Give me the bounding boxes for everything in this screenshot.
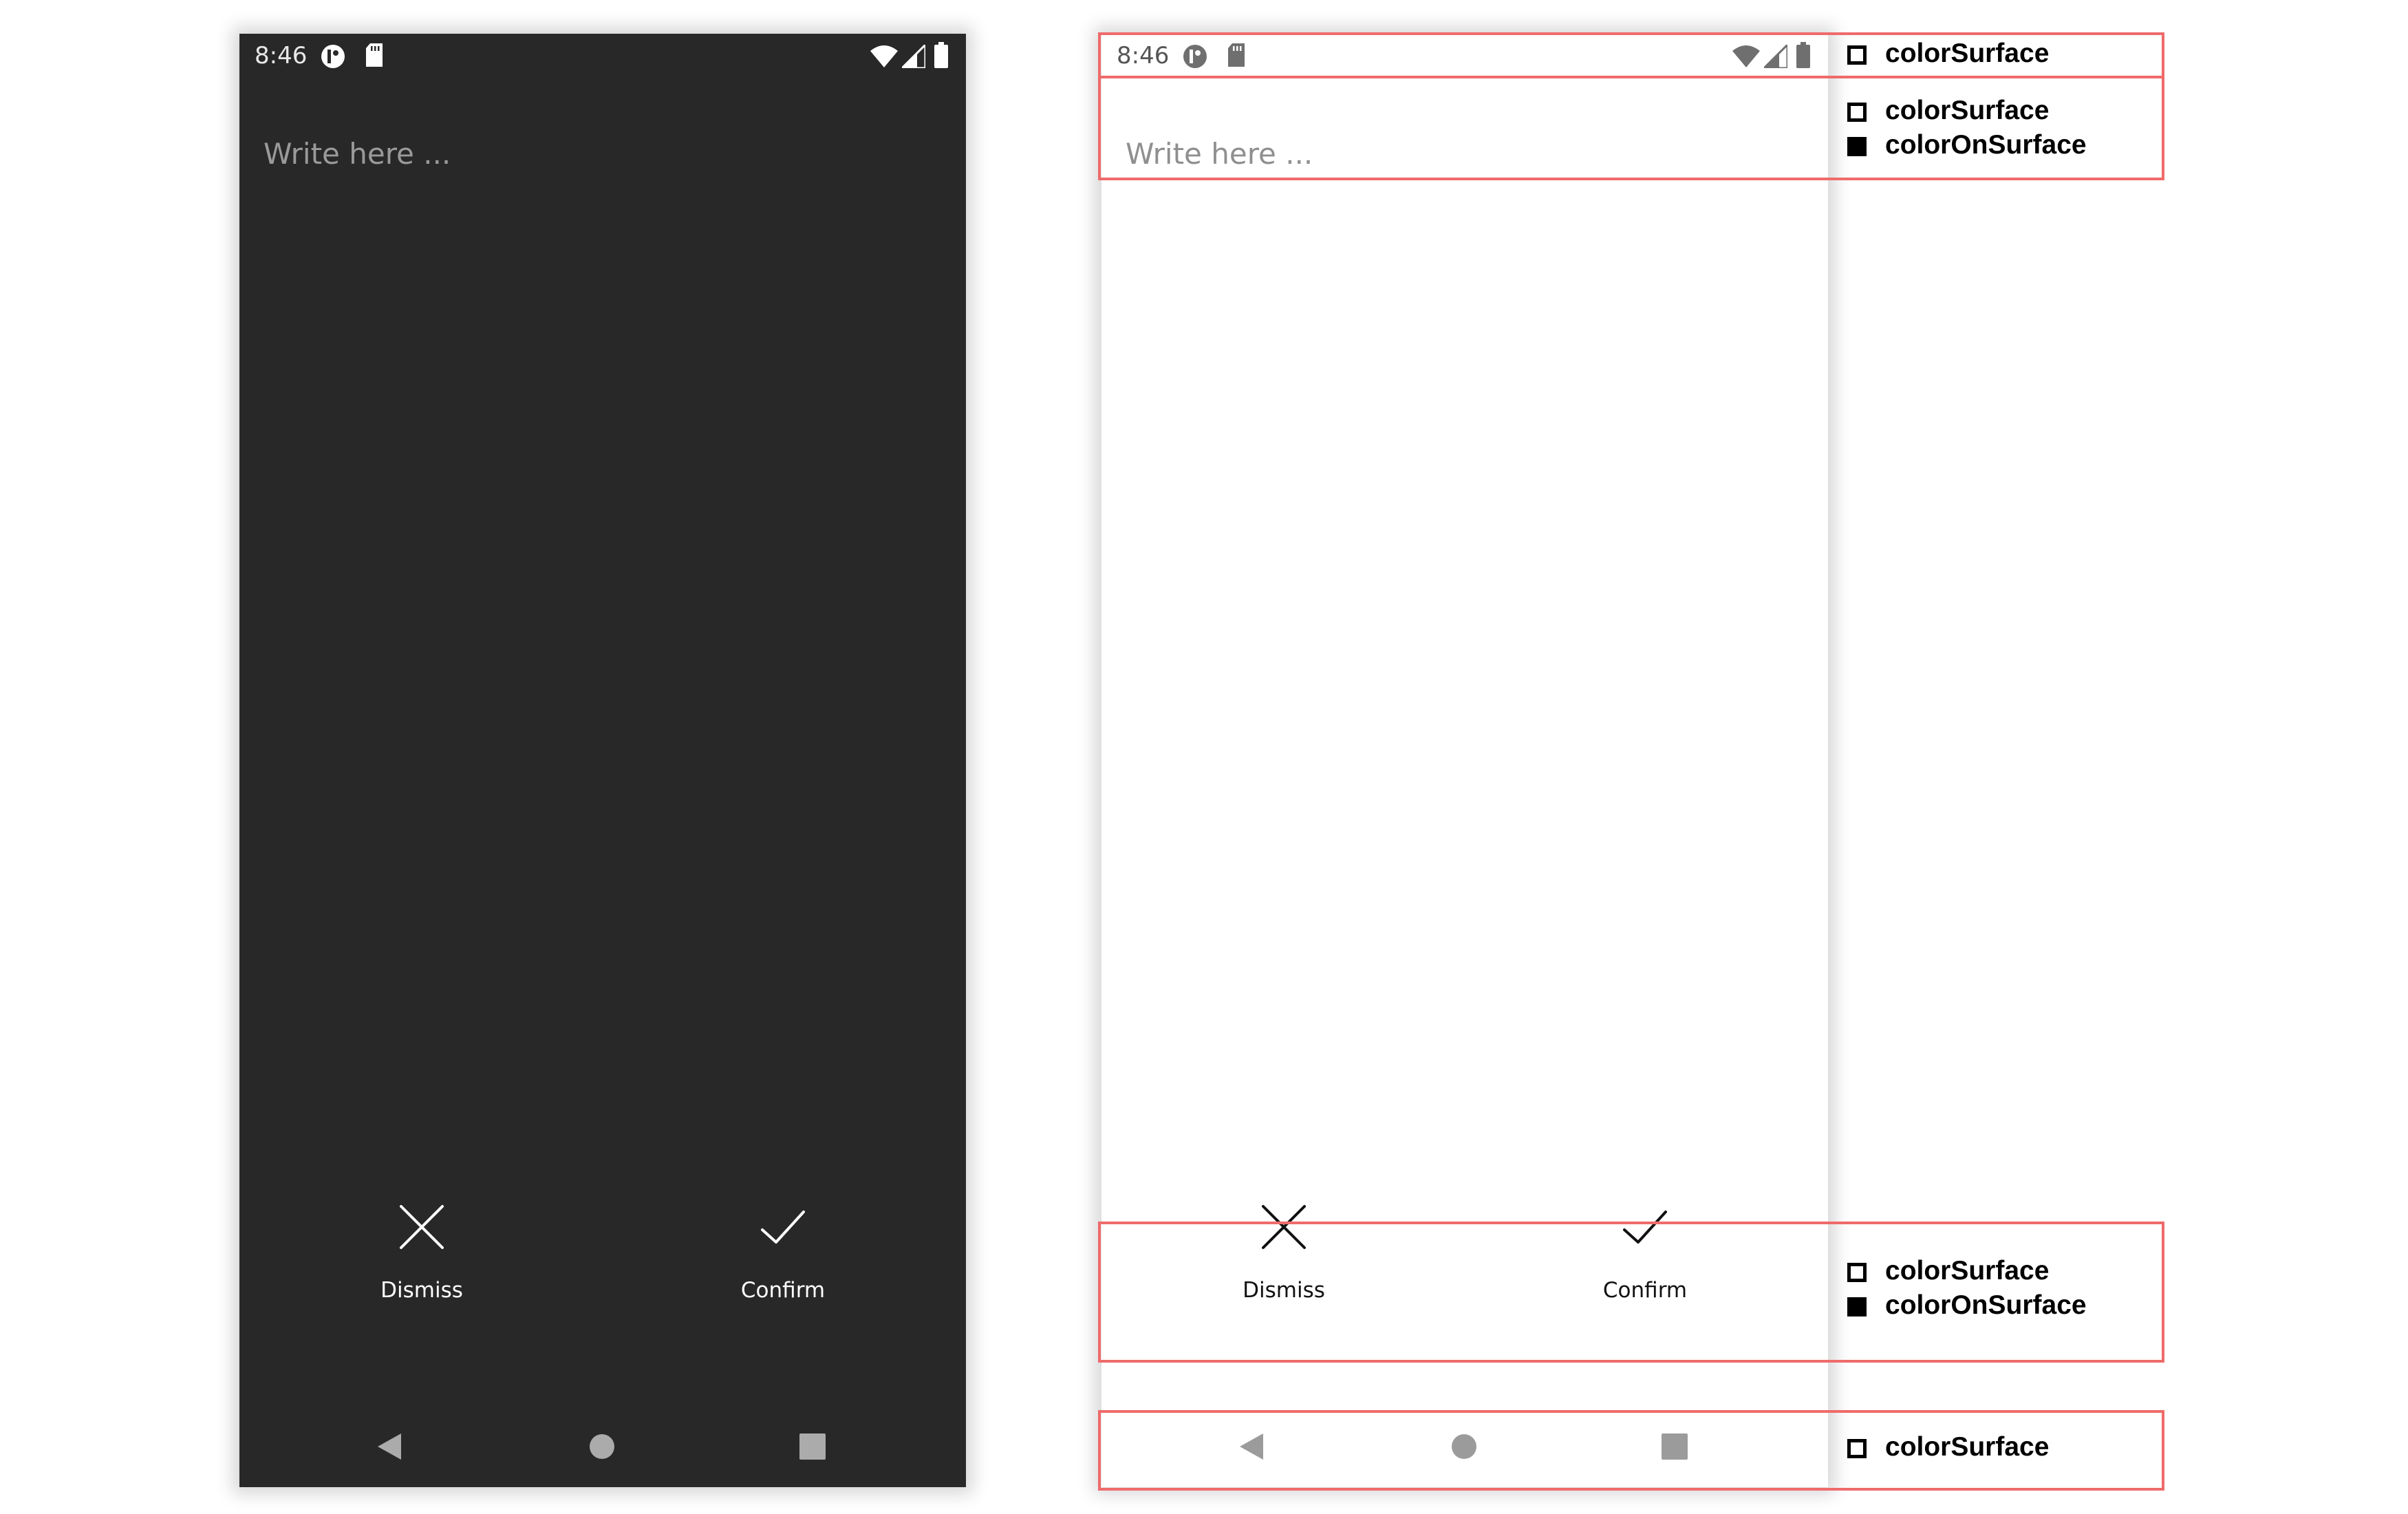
outline-swatch-icon: [1847, 1439, 1867, 1458]
note-text-input[interactable]: [264, 137, 883, 171]
note-text-input[interactable]: [1126, 137, 1745, 171]
phone-light-theme: 8:46 Write here ... Dismiss Confirm: [1101, 34, 1828, 1487]
wifi-icon: [870, 45, 898, 67]
filled-swatch-icon: [1847, 137, 1867, 156]
sd-card-icon: [1228, 43, 1245, 67]
home-icon: [590, 1434, 614, 1459]
status-bar: 8:46: [1101, 34, 1828, 77]
dismiss-label: Dismiss: [1243, 1278, 1325, 1303]
sd-card-icon: [366, 43, 383, 67]
dismiss-button[interactable]: Dismiss: [1194, 1204, 1373, 1383]
nav-back-button[interactable]: [374, 1429, 408, 1464]
nav-home-button[interactable]: [1447, 1429, 1481, 1464]
dismiss-label: Dismiss: [380, 1278, 463, 1303]
legend-label: colorSurface: [1885, 1432, 2050, 1462]
confirm-label: Confirm: [1602, 1278, 1688, 1303]
status-time: 8:46: [1117, 42, 1170, 70]
cell-signal-icon: [1764, 45, 1787, 68]
battery-icon: [1796, 42, 1810, 68]
canvas: 8:46 Write here ... Dismiss Confirm 8:46…: [0, 0, 2408, 1514]
status-bar: 8:46: [239, 34, 966, 77]
nav-home-button[interactable]: [585, 1429, 619, 1464]
back-icon: [378, 1433, 401, 1460]
cell-signal-icon: [902, 45, 925, 68]
nav-back-button[interactable]: [1236, 1429, 1270, 1464]
legend-label: colorSurface: [1885, 1256, 2050, 1286]
recents-icon: [1662, 1433, 1688, 1460]
back-icon: [1240, 1433, 1263, 1460]
outline-swatch-icon: [1847, 103, 1867, 122]
dismiss-button[interactable]: Dismiss: [332, 1204, 511, 1383]
filled-swatch-icon: [1847, 1297, 1867, 1316]
recents-icon: [799, 1433, 826, 1460]
confirm-label: Confirm: [740, 1278, 826, 1303]
outline-swatch-icon: [1847, 1263, 1867, 1282]
check-icon: [1623, 1211, 1667, 1244]
battery-icon: [934, 42, 948, 68]
legend-label: colorOnSurface: [1885, 1290, 2087, 1320]
confirm-button[interactable]: Confirm: [694, 1204, 872, 1383]
app-icon: [1183, 45, 1207, 68]
status-time: 8:46: [255, 42, 308, 70]
home-icon: [1452, 1434, 1476, 1459]
close-icon: [1262, 1205, 1306, 1249]
close-icon: [400, 1205, 444, 1249]
app-icon: [321, 45, 345, 68]
legend-label: colorSurface: [1885, 39, 2050, 68]
check-icon: [761, 1211, 805, 1244]
phone-dark-theme: 8:46 Write here ... Dismiss Confirm: [239, 34, 966, 1487]
confirm-button[interactable]: Confirm: [1556, 1204, 1734, 1383]
nav-recents-button[interactable]: [1657, 1429, 1692, 1464]
legend-label: colorSurface: [1885, 96, 2050, 125]
nav-recents-button[interactable]: [795, 1429, 830, 1464]
legend-label: colorOnSurface: [1885, 130, 2087, 160]
wifi-icon: [1732, 45, 1760, 67]
outline-swatch-icon: [1847, 45, 1867, 65]
